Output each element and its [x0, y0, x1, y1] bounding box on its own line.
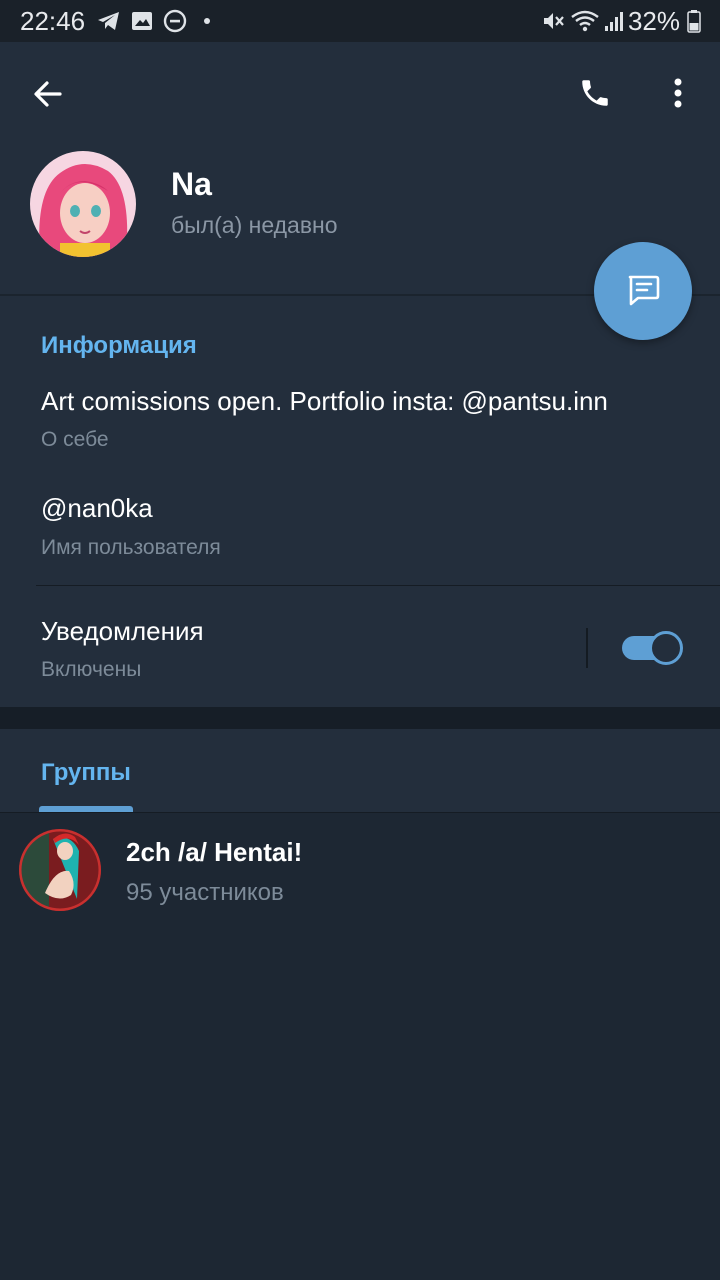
tab-groups[interactable]: Группы — [41, 759, 131, 787]
notifications-toggle[interactable] — [622, 631, 684, 665]
last-seen-status: был(а) недавно — [171, 212, 338, 238]
wifi-icon — [570, 8, 600, 34]
battery-icon — [686, 8, 702, 34]
group-name: 2ch /a/ Hentai! — [126, 837, 303, 867]
username-label: Имя пользователя — [41, 536, 221, 559]
profile-avatar[interactable] — [30, 151, 136, 257]
dot-icon — [202, 8, 212, 34]
telegram-icon — [96, 8, 122, 34]
group-avatar — [19, 829, 101, 911]
bio-label: О себе — [41, 428, 109, 451]
notifications-state: Включены — [41, 658, 142, 681]
dnd-icon — [162, 8, 188, 34]
bio-text[interactable]: Art comissions open. Portfolio insta: @p… — [41, 386, 608, 417]
message-icon — [623, 269, 663, 314]
groups-section: Группы 2ch /a/ Hentai! 95 участников — [0, 729, 720, 1280]
divider — [36, 585, 720, 586]
info-section: Информация Art comissions open. Portfoli… — [0, 294, 720, 707]
notifications-title[interactable]: Уведомления — [41, 616, 204, 647]
back-arrow-icon[interactable] — [24, 70, 72, 118]
info-section-title: Информация — [41, 332, 197, 359]
more-vert-icon[interactable] — [656, 68, 700, 118]
username-text[interactable]: @nan0ka — [41, 493, 153, 524]
status-time: 22:46 — [20, 6, 86, 36]
groups-tab-bar: Группы — [0, 729, 720, 813]
list-item[interactable]: 2ch /a/ Hentai! 95 участников — [0, 819, 720, 919]
section-gap — [0, 707, 720, 729]
toggle-knob — [649, 631, 683, 665]
tab-indicator — [39, 806, 133, 812]
image-icon — [130, 8, 154, 34]
phone-icon[interactable] — [570, 68, 620, 118]
send-message-button[interactable] — [594, 242, 692, 340]
profile-name: Na — [171, 166, 212, 202]
signal-icon — [603, 8, 627, 34]
group-members: 95 участников — [126, 879, 284, 906]
battery-percent: 32% — [627, 6, 680, 36]
status-bar: 22:46 32% — [0, 0, 720, 42]
vertical-separator — [586, 628, 588, 668]
mute-icon — [540, 8, 566, 34]
